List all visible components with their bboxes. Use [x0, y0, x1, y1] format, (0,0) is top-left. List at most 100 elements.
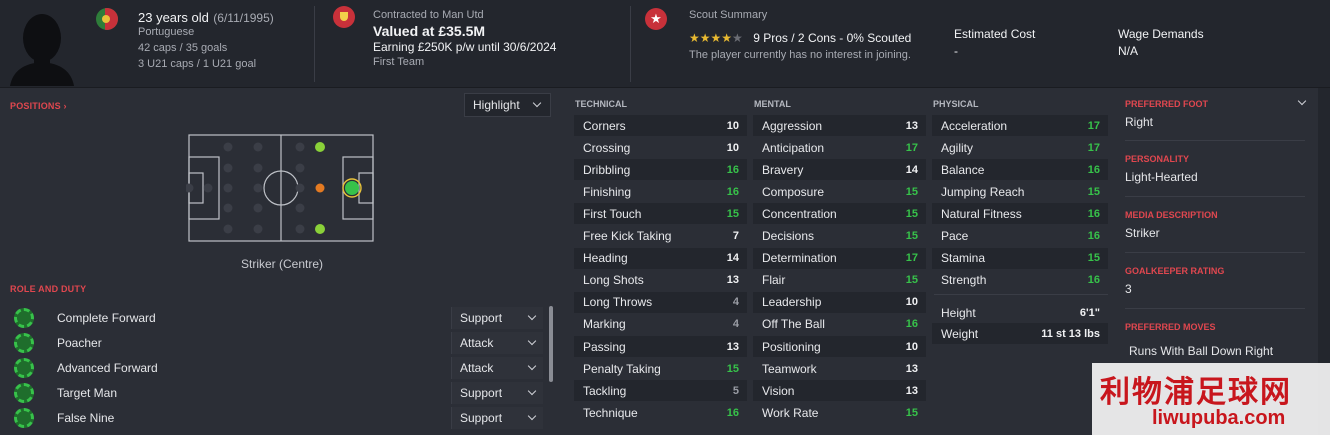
attribute-name: Pace	[941, 229, 969, 243]
media-description-label: MEDIA DESCRIPTION	[1125, 210, 1218, 220]
attribute-row[interactable]: Pace 16	[932, 226, 1108, 247]
attribute-row[interactable]: Stamina 15	[932, 247, 1108, 269]
player-wage: Earning £250K p/w until 30/6/2024	[373, 40, 557, 54]
duty-dropdown[interactable]: Support	[451, 406, 543, 429]
preferred-foot-value: Right	[1125, 115, 1154, 129]
role-row[interactable]: Poacher Attack	[14, 330, 544, 355]
duty-dropdown[interactable]: Attack	[451, 356, 543, 379]
attribute-row[interactable]: Jumping Reach 15	[932, 181, 1108, 202]
attribute-row[interactable]: Bravery 14	[753, 159, 926, 181]
player-silhouette-icon	[10, 14, 74, 86]
weight-label: Weight	[941, 326, 979, 341]
attribute-row[interactable]: Corners 10	[574, 115, 747, 136]
attribute-value: 16	[1087, 207, 1100, 220]
attribute-row[interactable]: Anticipation 17	[753, 137, 926, 158]
chevron-down-icon[interactable]	[1297, 98, 1307, 108]
position-pitch	[186, 134, 374, 242]
attribute-row[interactable]: Penalty Taking 15	[574, 358, 747, 379]
attribute-row[interactable]: Aggression 13	[753, 115, 926, 136]
highlight-dropdown[interactable]: Highlight	[464, 93, 551, 117]
attribute-name: Finishing	[583, 184, 632, 199]
contract-label[interactable]: Contracted to Man Utd	[373, 9, 484, 21]
attribute-row[interactable]: Long Throws 4	[574, 291, 747, 313]
duty-dropdown[interactable]: Support	[451, 381, 543, 404]
role-suitability-icon	[14, 357, 34, 378]
attribute-name: Off The Ball	[762, 317, 825, 332]
attribute-row[interactable]: First Touch 15	[574, 203, 747, 225]
attribute-row[interactable]: Composure 15	[753, 181, 926, 202]
attribute-row[interactable]: Positioning 10	[753, 336, 926, 357]
height-value: 6'1"	[1079, 306, 1100, 319]
attribute-row[interactable]: Work Rate 15	[753, 402, 926, 423]
attribute-row[interactable]: Heading 14	[574, 247, 747, 269]
duty-dropdown[interactable]: Attack	[451, 331, 543, 354]
chevron-down-icon	[527, 313, 537, 323]
estimated-cost-value: -	[954, 44, 958, 58]
attribute-name: Teamwork	[762, 361, 817, 376]
attribute-value: 16	[1087, 230, 1100, 242]
attribute-row[interactable]: Dribbling 16	[574, 159, 747, 181]
attribute-value: 16	[726, 163, 739, 176]
attribute-value: 16	[1087, 274, 1100, 287]
duty-value: Support	[460, 310, 503, 325]
info-divider	[1125, 308, 1305, 309]
attribute-row[interactable]: Teamwork 13	[753, 358, 926, 379]
position-name: Striker (Centre)	[240, 257, 323, 271]
weight-value: 11 st 13 lbs	[1041, 327, 1100, 340]
attribute-value: 15	[1087, 185, 1100, 198]
roles-scrollbar[interactable]	[549, 306, 553, 382]
attribute-row[interactable]: Free Kick Taking 7	[574, 226, 747, 247]
attribute-row[interactable]: Concentration 15	[753, 203, 926, 225]
attribute-row[interactable]: Crossing 10	[574, 137, 747, 158]
role-row[interactable]: False Nine Support	[14, 405, 544, 430]
attribute-name: Concentration	[762, 206, 837, 221]
attribute-row[interactable]: Determination 17	[753, 247, 926, 269]
attribute-row[interactable]: Off The Ball 16	[753, 314, 926, 335]
attribute-name: Composure	[762, 184, 825, 199]
attribute-name: First Touch	[583, 206, 642, 221]
attribute-row[interactable]: Long Shots 13	[574, 270, 747, 291]
preferred-moves-label: PREFERRED MOVES	[1125, 322, 1216, 332]
attribute-name: Technique	[583, 405, 638, 420]
attribute-row[interactable]: Tackling 5	[574, 380, 747, 402]
attribute-name: Passing	[583, 339, 626, 354]
weight-row: Weight 11 st 13 lbs	[932, 323, 1108, 344]
wage-demands-value: N/A	[1118, 44, 1139, 58]
duty-dropdown[interactable]: Support	[451, 306, 543, 329]
attribute-row[interactable]: Passing 13	[574, 336, 747, 357]
attribute-value: 17	[1087, 119, 1100, 132]
attribute-row[interactable]: Leadership 10	[753, 291, 926, 313]
player-nationality[interactable]: Portuguese	[138, 26, 194, 38]
preferred-foot-label: PREFERRED FOOT	[1125, 99, 1209, 109]
attribute-row[interactable]: Marking 4	[574, 314, 747, 335]
duty-value: Attack	[460, 360, 494, 375]
attribute-row[interactable]: Natural Fitness 16	[932, 203, 1108, 225]
header-divider	[314, 6, 315, 82]
attribute-name: Aggression	[762, 118, 823, 133]
attribute-row[interactable]: Strength 16	[932, 270, 1108, 291]
attribute-row[interactable]: Acceleration 17	[932, 115, 1108, 136]
player-age: 23 years old	[138, 10, 209, 25]
role-duty-label: ROLE AND DUTY	[10, 284, 87, 294]
attribute-row[interactable]: Balance 16	[932, 159, 1108, 181]
role-row[interactable]: Advanced Forward Attack	[14, 355, 544, 380]
attribute-row[interactable]: Decisions 15	[753, 226, 926, 247]
portugal-flag-icon	[96, 8, 118, 30]
attribute-value: 14	[726, 252, 739, 265]
attribute-row[interactable]: Agility 17	[932, 137, 1108, 158]
role-row[interactable]: Complete Forward Support	[14, 305, 544, 330]
mental-heading: MENTAL	[754, 99, 791, 109]
positions-link[interactable]: POSITIONS ›	[10, 101, 67, 111]
attribute-row[interactable]: Flair 15	[753, 270, 926, 291]
attribute-name: Anticipation	[762, 140, 825, 155]
attribute-value: 15	[1087, 252, 1100, 265]
attribute-row[interactable]: Vision 13	[753, 380, 926, 402]
scout-summary-title[interactable]: Scout Summary	[689, 9, 767, 21]
attribute-name: Heading	[583, 251, 628, 266]
role-row[interactable]: Target Man Support	[14, 380, 544, 405]
role-name: False Nine	[57, 410, 115, 425]
info-divider	[1125, 252, 1305, 253]
attribute-row[interactable]: Finishing 16	[574, 181, 747, 202]
attribute-row[interactable]: Technique 16	[574, 402, 747, 423]
chevron-down-icon	[527, 363, 537, 373]
